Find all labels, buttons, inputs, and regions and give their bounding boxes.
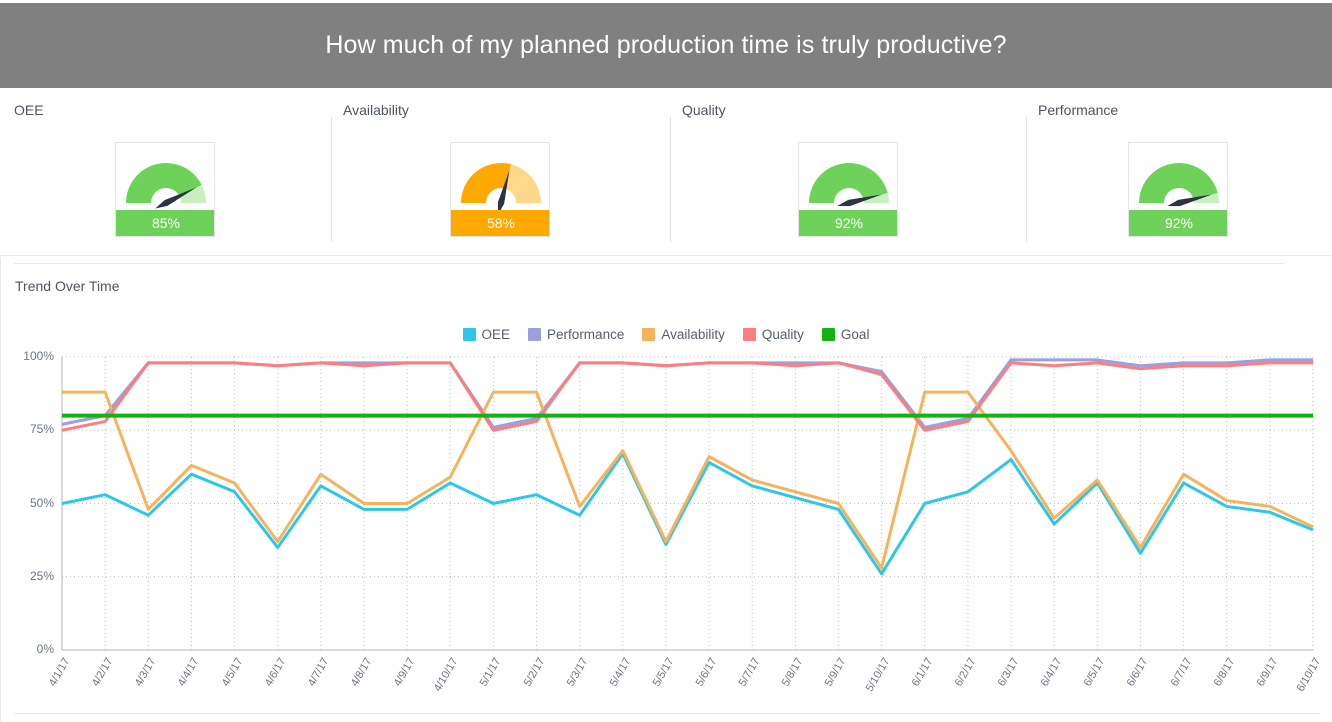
kpi-strip: OEE 85% Availability 58% Quality 92% Performan…	[0, 89, 1332, 256]
trend-chart: 0% 25% 50% 75% 100% 4/1/17 4/2/17 4/3/17 4/4/17 4…	[0, 349, 1332, 722]
panel-divider	[14, 263, 1284, 264]
legend-item-performance[interactable]: Performance	[528, 327, 624, 342]
legend-swatch-performance	[528, 328, 542, 341]
kpi-card-performance[interactable]: Performance 92%	[0, 89, 1332, 256]
legend-item-quality[interactable]: Quality	[742, 327, 804, 342]
legend-swatch-quality	[742, 328, 756, 341]
gauge-performance[interactable]: 92%	[1128, 142, 1228, 237]
y-axis-tick-label: 50%	[29, 495, 54, 510]
series-line-availability	[62, 390, 1314, 570]
trend-section-title: Trend Over Time	[15, 278, 120, 294]
legend-label-performance: Performance	[547, 327, 625, 342]
dashboard-root: How much of my planned production time i…	[0, 0, 1332, 722]
legend-label-goal: Goal	[840, 327, 870, 342]
legend-swatch-goal	[821, 328, 835, 341]
y-axis-tick-label: 25%	[29, 568, 54, 583]
panel-bottom-border	[14, 713, 1320, 714]
chart-legend: OEE Performance Availability Quality Goal	[0, 327, 1332, 342]
legend-label-availability: Availability	[661, 327, 725, 342]
gauge-dial	[1139, 163, 1219, 207]
y-axis-tick-label: 0%	[36, 642, 54, 656]
series-line-quality	[61, 361, 1313, 432]
legend-item-goal[interactable]: Goal	[821, 327, 870, 342]
trend-panel: Trend Over Time OEE Performance Availabili…	[0, 257, 1332, 722]
y-axis-tick-label: 75%	[29, 422, 54, 437]
page-title: How much of my planned production time i…	[325, 31, 1007, 59]
dashboard-header: How much of my planned production time i…	[0, 3, 1332, 88]
kpi-label-performance: Performance	[1038, 102, 1119, 118]
y-axis-tick-label: 100%	[23, 349, 54, 363]
kpi-value-performance: 92%	[1129, 210, 1227, 236]
series-line-oee	[61, 452, 1314, 576]
legend-item-availability[interactable]: Availability	[642, 327, 725, 342]
legend-swatch-oee	[462, 328, 476, 341]
legend-swatch-availability	[642, 328, 656, 341]
legend-item-oee[interactable]: OEE	[462, 327, 511, 342]
legend-label-oee: OEE	[481, 327, 511, 342]
legend-label-quality: Quality	[761, 327, 804, 342]
